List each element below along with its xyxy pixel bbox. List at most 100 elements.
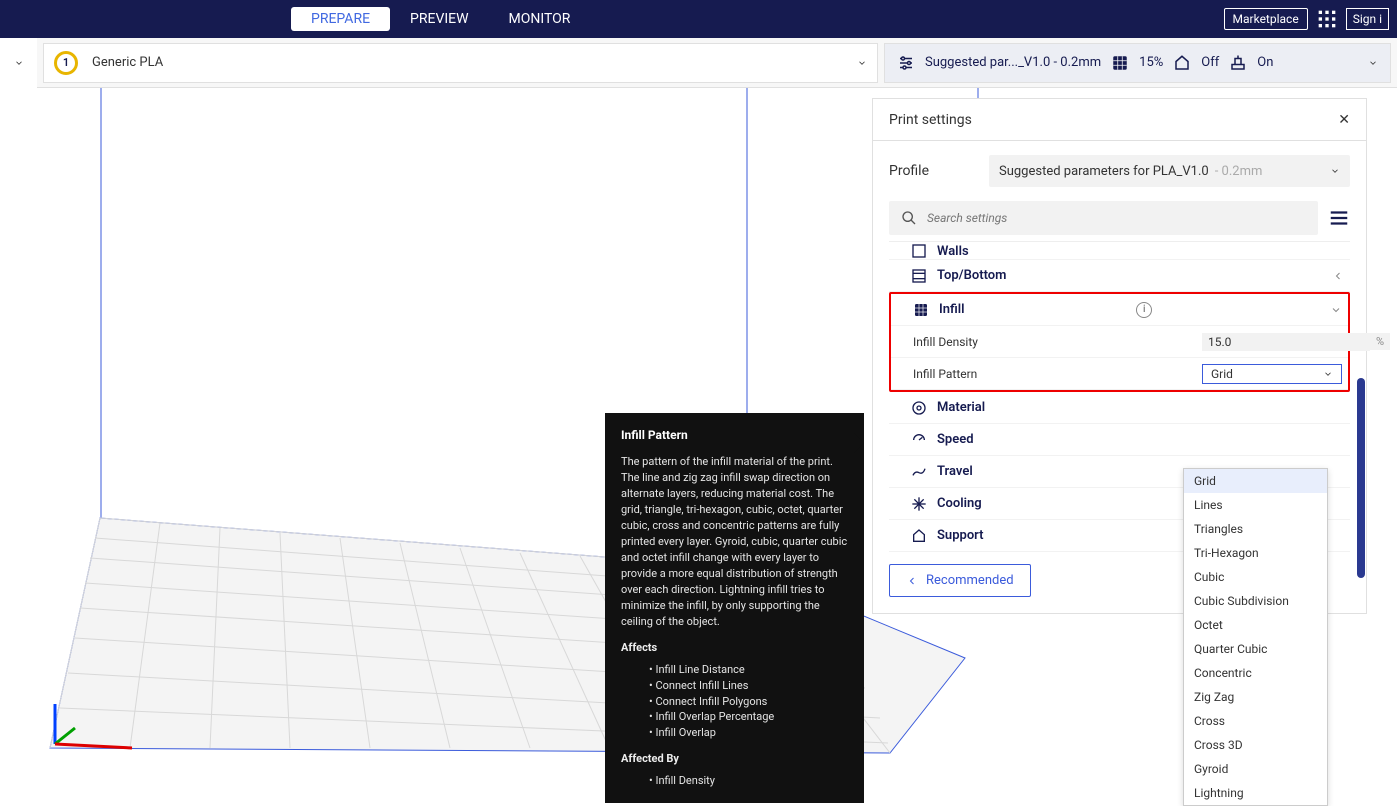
profile-value: Suggested parameters for PLA_V1.0 xyxy=(999,164,1209,179)
tooltip-affects-item: Connect Infill Lines xyxy=(649,678,848,694)
chevron-down-icon xyxy=(14,58,24,68)
category-speed[interactable]: Speed xyxy=(889,424,1350,456)
support-icon xyxy=(911,528,927,544)
recommended-label: Recommended xyxy=(926,573,1014,588)
signin-button[interactable]: Sign i xyxy=(1346,8,1389,30)
infill-icon xyxy=(913,302,929,318)
panel-title: Print settings xyxy=(889,112,972,128)
profile-select[interactable]: Suggested parameters for PLA_V1.0 - 0.2m… xyxy=(989,155,1350,187)
tooltip-body: The pattern of the infill material of th… xyxy=(621,454,848,629)
search-input[interactable] xyxy=(927,211,1306,225)
category-label: Cooling xyxy=(937,496,982,511)
tooltip-title: Infill Pattern xyxy=(621,427,848,444)
dropdown-option[interactable]: Gyroid xyxy=(1184,757,1327,781)
setting-label: Infill Pattern xyxy=(913,367,977,381)
travel-icon xyxy=(911,464,927,480)
secondary-bar: 1 Generic PLA Suggested par..._V1.0 - 0.… xyxy=(0,38,1397,88)
category-label: Walls xyxy=(937,244,969,259)
dropdown-option[interactable]: Cubic Subdivision xyxy=(1184,589,1327,613)
material-selector[interactable]: 1 Generic PLA xyxy=(43,43,878,83)
category-label: Travel xyxy=(937,464,973,479)
infill-icon xyxy=(1111,54,1129,72)
apps-grid-icon[interactable] xyxy=(1316,8,1338,30)
category-infill[interactable]: Infill i xyxy=(891,294,1348,326)
setting-infill-density: Infill Density % xyxy=(891,326,1348,358)
chevron-down-icon xyxy=(1368,58,1378,68)
marketplace-button[interactable]: Marketplace xyxy=(1224,8,1308,30)
support-icon xyxy=(1173,54,1191,72)
category-material[interactable]: Material xyxy=(889,392,1350,424)
tooltip-affects-item: Infill Line Distance xyxy=(649,662,848,678)
category-label: Speed xyxy=(937,432,974,447)
tab-monitor[interactable]: MONITOR xyxy=(489,7,591,31)
dropdown-option[interactable]: Octet xyxy=(1184,613,1327,637)
profile-label: Profile xyxy=(889,163,975,179)
category-label: Infill xyxy=(939,302,965,317)
setting-infill-pattern: Infill Pattern Grid xyxy=(891,358,1348,390)
tooltip-affectedby-list: Infill Density xyxy=(621,773,848,789)
print-settings-summary[interactable]: Suggested par..._V1.0 - 0.2mm 15% Off On xyxy=(884,43,1391,83)
printer-dropdown[interactable] xyxy=(0,38,37,88)
select-value: Grid xyxy=(1211,367,1233,381)
dropdown-option[interactable]: Zig Zag xyxy=(1184,685,1327,709)
dropdown-option[interactable]: Triangles xyxy=(1184,517,1327,541)
setting-label: Infill Density xyxy=(913,335,978,349)
summary-adhesion: On xyxy=(1257,55,1273,70)
category-walls[interactable]: Walls xyxy=(889,242,1350,260)
dropdown-option[interactable]: Cubic xyxy=(1184,565,1327,589)
extruder-badge: 1 xyxy=(54,51,78,75)
dropdown-option[interactable]: Lines xyxy=(1184,493,1327,517)
dropdown-option[interactable]: Quarter Cubic xyxy=(1184,637,1327,661)
category-label: Top/Bottom xyxy=(937,268,1006,283)
tooltip-affects-list: Infill Line Distance Connect Infill Line… xyxy=(621,662,848,742)
unit-label: % xyxy=(1370,333,1390,350)
scrollbar-thumb[interactable] xyxy=(1357,378,1365,578)
extruder-number: 1 xyxy=(63,56,69,69)
tooltip-affects-label: Affects xyxy=(621,640,848,656)
tab-prepare[interactable]: PREPARE xyxy=(291,7,390,31)
close-icon[interactable]: ✕ xyxy=(1338,112,1350,128)
infill-pattern-dropdown: Grid Lines Triangles Tri-Hexagon Cubic C… xyxy=(1183,468,1328,806)
material-icon xyxy=(911,400,927,416)
tooltip-affectedby-item: Infill Density xyxy=(649,773,848,789)
walls-icon xyxy=(911,243,927,259)
search-icon xyxy=(901,210,917,226)
main-area: Infill Pattern The pattern of the infill… xyxy=(0,88,1397,756)
category-topbottom[interactable]: Top/Bottom xyxy=(889,260,1350,292)
info-icon[interactable]: i xyxy=(1136,302,1152,318)
dropdown-option[interactable]: Concentric xyxy=(1184,661,1327,685)
adhesion-icon xyxy=(1229,54,1247,72)
dropdown-option[interactable]: Cross xyxy=(1184,709,1327,733)
topbottom-icon xyxy=(911,268,927,284)
dropdown-option[interactable]: Lightning xyxy=(1184,781,1327,805)
cooling-icon xyxy=(911,496,927,512)
chevron-down-icon xyxy=(857,58,867,68)
search-settings[interactable] xyxy=(889,201,1318,235)
chevron-left-icon xyxy=(1332,270,1344,282)
tooltip-affects-item: Connect Infill Polygons xyxy=(649,694,848,710)
chevron-down-icon xyxy=(1323,369,1333,379)
summary-profile: Suggested par..._V1.0 - 0.2mm xyxy=(925,55,1101,70)
speed-icon xyxy=(911,432,927,448)
tooltip-affectedby-label: Affected By xyxy=(621,751,848,767)
dropdown-option[interactable]: Grid xyxy=(1184,469,1327,493)
tooltip-affects-item: Infill Overlap Percentage xyxy=(649,709,848,725)
summary-support: Off xyxy=(1201,55,1219,70)
tab-preview[interactable]: PREVIEW xyxy=(390,7,489,31)
dropdown-option[interactable]: Cross 3D xyxy=(1184,733,1327,757)
tooltip-affects-item: Infill Overlap xyxy=(649,725,848,741)
recommended-button[interactable]: Recommended xyxy=(889,564,1031,597)
top-bar: PREPARE PREVIEW MONITOR Marketplace Sign… xyxy=(0,0,1397,38)
summary-infill: 15% xyxy=(1139,55,1163,70)
tooltip-infill-pattern: Infill Pattern The pattern of the infill… xyxy=(605,413,864,803)
chevron-left-icon xyxy=(906,575,918,587)
infill-density-input[interactable] xyxy=(1202,333,1370,351)
material-name: Generic PLA xyxy=(92,55,163,70)
dropdown-option[interactable]: Tri-Hexagon xyxy=(1184,541,1327,565)
category-label: Material xyxy=(937,400,985,415)
chevron-down-icon xyxy=(1330,304,1342,316)
highlight-infill: Infill i Infill Density % Infill Pattern xyxy=(889,292,1350,392)
sliders-icon xyxy=(897,54,915,72)
menu-icon[interactable] xyxy=(1328,207,1350,229)
infill-pattern-select[interactable]: Grid xyxy=(1202,364,1342,384)
